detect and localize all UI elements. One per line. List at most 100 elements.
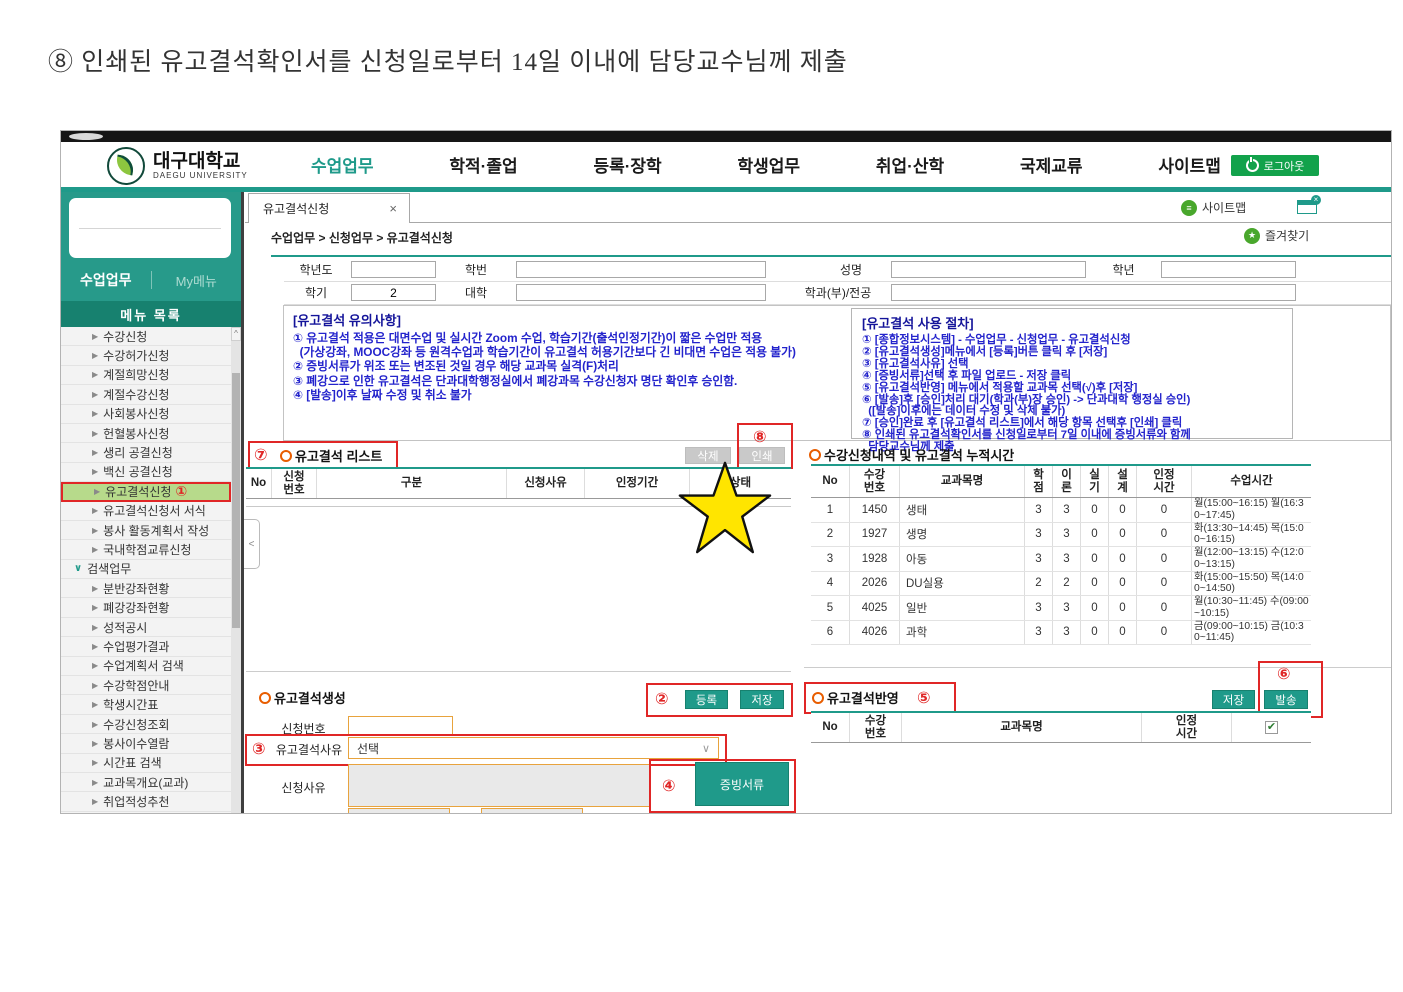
absence-list-title: 유고결석 리스트 — [295, 446, 382, 465]
sidebar-item-계절수강신청[interactable]: ▶계절수강신청 — [61, 385, 231, 404]
sidebar-item-유고결석신청[interactable]: ▶유고결석신청① — [61, 482, 231, 501]
sidebar-item-성적공시[interactable]: ▶성적공시 — [61, 618, 231, 637]
sidebar-item-수업계획서 검색[interactable]: ▶수업계획서 검색 — [61, 657, 231, 676]
sidebar-item-label: 봉사 활동계획서 작성 — [103, 522, 209, 539]
sidebar-tab-work[interactable]: 수업업무 — [61, 270, 151, 290]
dept-input[interactable] — [891, 284, 1296, 301]
tab-absence-request[interactable]: 유고결석신청 × — [248, 193, 410, 223]
scroll-thumb[interactable] — [232, 373, 240, 628]
sidebar-item-폐강강좌현황[interactable]: ▶폐강강좌현황 — [61, 598, 231, 617]
sidebar-item-학생시간표[interactable]: ▶학생시간표 — [61, 695, 231, 714]
sidebar-item-생리 공결신청[interactable]: ▶생리 공결신청 — [61, 443, 231, 462]
name-input[interactable] — [891, 261, 1086, 278]
annotation-badge-4: ④ — [662, 776, 676, 796]
nav-item[interactable]: 국제교류 — [1020, 152, 1083, 177]
sidebar-item-국내학점교류신청[interactable]: ▶국내학점교류신청 — [61, 540, 231, 559]
sidebar-item-수강학점안내[interactable]: ▶수강학점안내 — [61, 676, 231, 695]
favorite-link[interactable]: ★ 즐겨찾기 — [1244, 227, 1309, 244]
enrollment-row[interactable]: 42026DU실용22000화(15:00~15:50) 목(14:00~14:… — [811, 572, 1311, 597]
enrollment-cell: 2 — [811, 523, 849, 547]
nav-item[interactable]: 학적·졸업 — [449, 152, 517, 177]
sidebar-item-수업평가결과[interactable]: ▶수업평가결과 — [61, 637, 231, 656]
college-input[interactable] — [516, 284, 766, 301]
section-bullet-icon — [809, 449, 821, 461]
enrollment-cell: 3 — [1024, 621, 1052, 645]
nav-item[interactable]: 사이트맵 — [1158, 152, 1221, 177]
sidebar-item-백신 공결신청[interactable]: ▶백신 공결신청 — [61, 463, 231, 482]
sidebar-item-유고결석신청서 서식[interactable]: ▶유고결석신청서 서식 — [61, 502, 231, 521]
select-all-checkbox[interactable]: ✔ — [1265, 721, 1278, 734]
sidebar-item-수강허가신청[interactable]: ▶ 수강허가신청 — [61, 346, 231, 365]
sidebar-item-사회봉사신청[interactable]: ▶사회봉사신청 — [61, 405, 231, 424]
sidebar-item-분반강좌현황[interactable]: ▶분반강좌현황 — [61, 579, 231, 598]
sidebar-item-교과목개요(교과)[interactable]: ▶교과목개요(교과) — [61, 773, 231, 792]
sidebar-item-수강신청[interactable]: ▶수강신청 — [61, 327, 231, 346]
sidebar-item-헌혈봉사신청[interactable]: ▶헌혈봉사신청 — [61, 424, 231, 443]
student-no-input[interactable] — [516, 261, 766, 278]
nav-item[interactable]: 수업업무 — [311, 152, 374, 177]
arrow-right-icon: ▶ — [92, 661, 98, 670]
nav-item[interactable]: 취업·산학 — [876, 152, 944, 177]
request-no-input[interactable] — [348, 716, 453, 736]
column-header: 신청사유 — [506, 469, 584, 498]
enrollment-row[interactable]: 21927생명33000화(13:30~14:45) 목(15:00~16:15… — [811, 523, 1311, 548]
absence-create-title: 유고결석생성 — [274, 688, 346, 707]
register-button[interactable]: 등록 — [685, 690, 728, 709]
enrollment-cell: 생태 — [899, 498, 1024, 522]
sidebar-item-봉사이수열람[interactable]: ▶봉사이수열람 — [61, 734, 231, 753]
enrollment-row[interactable]: 31928아동33000월(12:00~13:15) 수(12:00~13:15… — [811, 547, 1311, 572]
enrollment-cell: 0 — [1108, 621, 1136, 645]
sitemap-link[interactable]: ≡ 사이트맵 — [1181, 199, 1246, 216]
sidebar-item-봉사 활동계획서 작성[interactable]: ▶봉사 활동계획서 작성 — [61, 521, 231, 540]
enrollment-cell: 0 — [1080, 547, 1108, 571]
nav-item[interactable]: 학생업무 — [738, 152, 801, 177]
sidebar-collapse-handle[interactable]: < — [244, 519, 260, 569]
year-input[interactable] — [351, 261, 436, 278]
enrollment-row[interactable]: 64026과학33000금(09:00~10:15) 금(10:30~11:45… — [811, 621, 1311, 646]
column-header: No — [246, 469, 271, 498]
absence-reason-select[interactable]: 선택 ∨ — [348, 737, 719, 759]
column-header: 실 기 — [1080, 466, 1108, 497]
popup-window-icon[interactable] — [1297, 200, 1317, 214]
request-detail-textarea[interactable] — [348, 764, 651, 807]
enrollment-cell: 3 — [1024, 547, 1052, 571]
enrollment-cell: 0 — [1108, 547, 1136, 571]
university-logo[interactable]: 대구대학교 DAEGU UNIVERSITY — [107, 147, 248, 185]
nav-item[interactable]: 등록·장학 — [593, 152, 661, 177]
arrow-right-icon: ▶ — [92, 623, 98, 632]
sidebar-item-label: 수강허가신청 — [103, 347, 169, 364]
enrollment-cell: 0 — [1136, 547, 1191, 571]
sidebar-item-label: 계절희망신청 — [103, 366, 169, 383]
apply-save-button[interactable]: 저장 — [1212, 690, 1255, 709]
semester-label: 학기 — [286, 282, 346, 304]
annotation-badge-6: ⑥ — [1277, 664, 1291, 684]
period-from-input[interactable] — [348, 808, 450, 814]
enrollment-row[interactable]: 54025일반33000월(10:30~11:45) 수(09:00~10:15… — [811, 596, 1311, 621]
create-save-button[interactable]: 저장 — [740, 690, 784, 709]
logout-label: 로그아웃 — [1264, 158, 1304, 174]
section-bullet-icon — [259, 692, 271, 704]
attach-document-button[interactable]: 증빙서류 — [695, 762, 789, 806]
enrollment-row[interactable]: 11450생태33000월(15:00~16:15) 월(16:30~17:45… — [811, 498, 1311, 523]
semester-input[interactable] — [351, 284, 436, 301]
tab-close-icon[interactable]: × — [389, 201, 397, 216]
period-to-input[interactable] — [481, 808, 583, 814]
favorite-star-icon: ★ — [1244, 228, 1260, 244]
sidebar-item-검색업무[interactable]: ∨검색업무 — [61, 560, 231, 579]
enrollment-cell: 3 — [1052, 596, 1080, 620]
send-button[interactable]: 발송 — [1264, 690, 1308, 709]
notice-line: ④ [증빙서류]선택 후 파일 업로드 - 저장 클릭 — [862, 371, 1287, 383]
scroll-up-arrow[interactable]: ^ — [231, 327, 241, 341]
column-header: 학 점 — [1024, 466, 1052, 497]
logout-button[interactable]: 로그아웃 — [1231, 155, 1319, 176]
sidebar-top: 수업업무 My메뉴 — [61, 192, 241, 301]
sidebar-tab-mymenu[interactable]: My메뉴 — [152, 271, 242, 290]
sidebar-item-계절희망신청[interactable]: ▶계절희망신청 — [61, 366, 231, 385]
sidebar-item-수강신청조회[interactable]: ▶수강신청조회 — [61, 715, 231, 734]
arrow-right-icon: ▶ — [92, 351, 98, 360]
column-header: 교과목명 — [899, 466, 1024, 497]
sidebar-scrollbar[interactable]: ^ — [231, 327, 241, 813]
sidebar-item-취업적성추천[interactable]: ▶취업적성추천 — [61, 792, 231, 811]
sidebar-item-시간표 검색[interactable]: ▶시간표 검색 — [61, 754, 231, 773]
grade-input[interactable] — [1161, 261, 1296, 278]
